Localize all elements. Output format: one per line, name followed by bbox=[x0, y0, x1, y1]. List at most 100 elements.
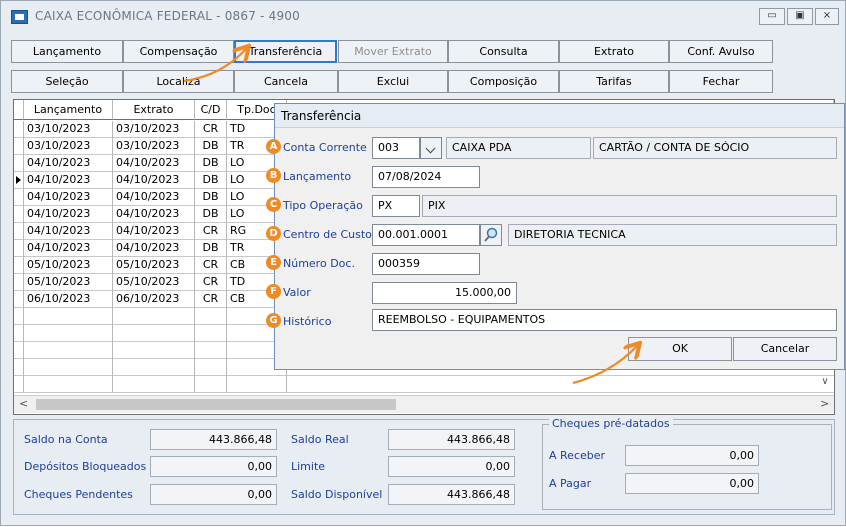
chevron-down-icon[interactable] bbox=[420, 137, 442, 159]
localiza-button[interactable]: Localiza bbox=[123, 70, 234, 93]
compensacao-button[interactable]: Compensação bbox=[123, 40, 234, 63]
conf-avulso-button[interactable]: Conf. Avulso bbox=[669, 40, 773, 63]
table-cell: 05/10/2023 bbox=[113, 274, 195, 291]
tarifas-button[interactable]: Tarifas bbox=[559, 70, 669, 93]
selecao-button[interactable]: Seleção bbox=[11, 70, 123, 93]
table-cell: 04/10/2023 bbox=[24, 189, 113, 206]
tipo-operacao-codigo-field[interactable]: PX bbox=[372, 195, 420, 217]
saldo-real-value: 443.866,48 bbox=[388, 429, 515, 450]
main-window: CAIXA ECONÔMICA FEDERAL - 0867 - 4900 ▭ … bbox=[0, 0, 846, 526]
cancela-button[interactable]: Cancela bbox=[234, 70, 338, 93]
centro-custo-codigo-field[interactable]: 00.001.0001 bbox=[372, 224, 480, 246]
conta-codigo-field[interactable]: 003 bbox=[372, 137, 420, 159]
table-cell: 05/10/2023 bbox=[24, 274, 113, 291]
limite-label: Limite bbox=[291, 460, 326, 473]
saldo-disponivel-value: 443.866,48 bbox=[388, 484, 515, 505]
table-cell bbox=[24, 359, 113, 376]
table-cell: 04/10/2023 bbox=[113, 155, 195, 172]
table-cell bbox=[24, 308, 113, 325]
table-cell bbox=[195, 376, 227, 393]
column-header-cd[interactable]: C/D bbox=[195, 100, 227, 120]
row-indicator bbox=[14, 291, 24, 308]
table-cell bbox=[195, 325, 227, 342]
column-header-extrato[interactable]: Extrato bbox=[113, 100, 195, 120]
table-cell: DB bbox=[195, 138, 227, 155]
row-indicator bbox=[14, 121, 24, 138]
table-cell bbox=[195, 342, 227, 359]
table-cell: DB bbox=[195, 155, 227, 172]
row-indicator bbox=[14, 257, 24, 274]
table-cell bbox=[195, 308, 227, 325]
scroll-left-icon[interactable]: < bbox=[19, 397, 28, 410]
tipo-operacao-label: Tipo Operação bbox=[283, 199, 363, 212]
tipo-operacao-nome-field: PIX bbox=[422, 195, 837, 217]
row-indicator bbox=[14, 342, 24, 359]
conta-nome-field: CAIXA PDA bbox=[446, 137, 591, 159]
valor-field[interactable]: 15.000,00 bbox=[372, 282, 517, 304]
row-indicator bbox=[14, 206, 24, 223]
scroll-down-icon[interactable]: ∨ bbox=[817, 376, 833, 392]
dialog-title: Transferência bbox=[281, 109, 362, 123]
search-icon[interactable] bbox=[480, 224, 502, 246]
horizontal-scrollbar[interactable]: < > bbox=[14, 395, 834, 413]
table-cell: 05/10/2023 bbox=[113, 257, 195, 274]
table-cell: 03/10/2023 bbox=[113, 138, 195, 155]
consulta-button[interactable]: Consulta bbox=[448, 40, 559, 63]
table-cell bbox=[24, 325, 113, 342]
table-cell bbox=[195, 359, 227, 376]
table-cell: CR bbox=[195, 274, 227, 291]
depositos-bloqueados-label: Depósitos Bloqueados bbox=[24, 460, 147, 473]
grid-row-indicator-header bbox=[14, 100, 24, 120]
table-cell: DB bbox=[195, 172, 227, 189]
row-indicator bbox=[14, 376, 24, 393]
cancelar-button[interactable]: Cancelar bbox=[733, 337, 837, 361]
saldo-conta-value: 443.866,48 bbox=[150, 429, 277, 450]
row-indicator bbox=[14, 325, 24, 342]
table-cell bbox=[113, 376, 195, 393]
lancamento-button[interactable]: Lançamento bbox=[11, 40, 123, 63]
column-header-lancamento[interactable]: Lançamento bbox=[24, 100, 113, 120]
table-cell: DB bbox=[195, 240, 227, 257]
table-cell: 03/10/2023 bbox=[113, 121, 195, 138]
table-cell bbox=[24, 342, 113, 359]
historico-field[interactable]: REEMBOLSO - EQUIPAMENTOS bbox=[372, 309, 837, 331]
table-cell: 04/10/2023 bbox=[113, 189, 195, 206]
table-row[interactable] bbox=[14, 376, 834, 393]
dialog-title-bar: Transferência bbox=[275, 104, 844, 128]
maximize-button[interactable]: ▣ bbox=[787, 8, 813, 25]
table-cell: 04/10/2023 bbox=[113, 223, 195, 240]
cheques-pendentes-value: 0,00 bbox=[150, 484, 277, 505]
exclui-button[interactable]: Exclui bbox=[338, 70, 448, 93]
numero-doc-field[interactable]: 000359 bbox=[372, 253, 480, 275]
table-cell: 04/10/2023 bbox=[24, 223, 113, 240]
saldo-conta-label: Saldo na Conta bbox=[24, 433, 108, 446]
transferencia-button[interactable]: Transferência bbox=[234, 40, 337, 63]
table-cell: DB bbox=[195, 189, 227, 206]
depositos-bloqueados-value: 0,00 bbox=[150, 456, 277, 477]
table-cell: 04/10/2023 bbox=[24, 206, 113, 223]
table-cell: 06/10/2023 bbox=[24, 291, 113, 308]
cheques-predatados-title: Cheques pré-datados bbox=[549, 417, 673, 430]
limite-value: 0,00 bbox=[388, 456, 515, 477]
composicao-button[interactable]: Composição bbox=[448, 70, 559, 93]
scrollbar-thumb[interactable] bbox=[36, 399, 396, 410]
fechar-button[interactable]: Fechar bbox=[669, 70, 773, 93]
scroll-right-icon[interactable]: > bbox=[820, 397, 829, 410]
extrato-button[interactable]: Extrato bbox=[559, 40, 669, 63]
row-indicator bbox=[14, 172, 24, 189]
close-button[interactable]: ⨯ bbox=[815, 8, 839, 25]
table-cell: CR bbox=[195, 121, 227, 138]
historico-label: Histórico bbox=[283, 315, 332, 328]
current-row-icon bbox=[16, 176, 21, 184]
row-indicator bbox=[14, 274, 24, 291]
ok-button[interactable]: OK bbox=[628, 337, 732, 361]
row-indicator bbox=[14, 308, 24, 325]
badge-b: B bbox=[266, 168, 281, 183]
table-cell: CR bbox=[195, 257, 227, 274]
badge-e: E bbox=[266, 255, 281, 270]
cheques-pendentes-label: Cheques Pendentes bbox=[24, 488, 133, 501]
a-receber-value: 0,00 bbox=[625, 445, 759, 466]
lancamento-date-field[interactable]: 07/08/2024 bbox=[372, 166, 480, 188]
minimize-button[interactable]: ▭ bbox=[759, 8, 785, 25]
table-cell bbox=[113, 325, 195, 342]
